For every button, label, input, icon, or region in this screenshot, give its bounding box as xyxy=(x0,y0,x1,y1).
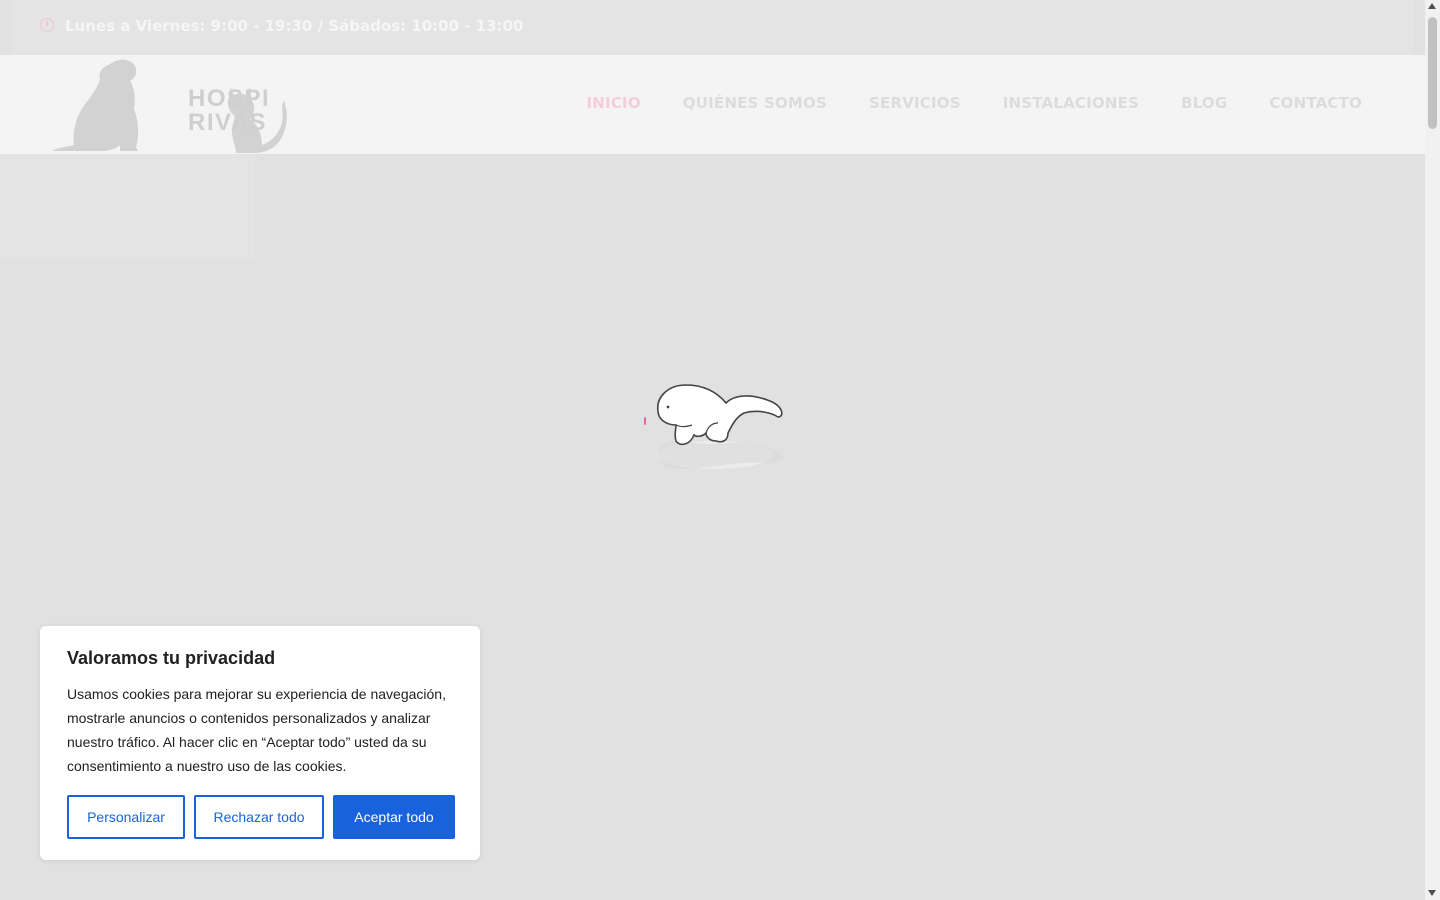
nav-item-blog[interactable]: BLOG xyxy=(1181,94,1227,112)
site-logo[interactable]: HOSPI RIVAS xyxy=(50,57,290,153)
logo-text-top: HOSPI xyxy=(188,85,271,112)
vertical-scrollbar[interactable] xyxy=(1425,0,1440,900)
accept-all-button[interactable]: Aceptar todo xyxy=(333,795,455,839)
top-info-bar: Lunes a Viernes: 9:00 - 19:30 / Sábados:… xyxy=(12,0,1413,55)
scroll-down-arrow-icon[interactable] xyxy=(1428,890,1436,896)
scroll-up-arrow-icon[interactable] xyxy=(1428,3,1436,9)
reject-all-button[interactable]: Rechazar todo xyxy=(194,795,324,839)
cookie-banner-text: Usamos cookies para mejorar su experienc… xyxy=(67,686,446,774)
nav-item-contacto[interactable]: CONTACTO xyxy=(1269,94,1362,112)
site-header: HOSPI RIVAS INICIO QUIÉNES SOMOS SERVICI… xyxy=(0,55,1425,154)
opening-hours-text: Lunes a Viernes: 9:00 - 19:30 / Sábados:… xyxy=(65,17,524,35)
nav-item-servicios[interactable]: SERVICIOS xyxy=(869,94,961,112)
customize-button[interactable]: Personalizar xyxy=(67,795,185,839)
logo-text-bottom: RIVAS xyxy=(188,109,268,136)
cookie-banner-title: Valoramos tu privacidad xyxy=(67,648,276,668)
logo-wordmark: HOSPI RIVAS xyxy=(188,87,270,135)
nav-item-instalaciones[interactable]: INSTALACIONES xyxy=(1003,94,1139,112)
nav-item-quienes-somos[interactable]: QUIÉNES SOMOS xyxy=(683,94,827,112)
nav-item-inicio[interactable]: INICIO xyxy=(587,94,641,112)
cat-loader-icon xyxy=(644,384,784,469)
cookie-banner-actions: Personalizar Rechazar todo Aceptar todo xyxy=(67,795,455,839)
scrollbar-thumb[interactable] xyxy=(1428,17,1437,129)
clock-icon xyxy=(40,18,54,32)
main-nav: INICIO QUIÉNES SOMOS SERVICIOS INSTALACI… xyxy=(587,94,1362,112)
dimmed-background-block xyxy=(0,154,255,259)
cookie-consent-banner: Valoramos tu privacidad Usamos cookies p… xyxy=(40,626,480,860)
